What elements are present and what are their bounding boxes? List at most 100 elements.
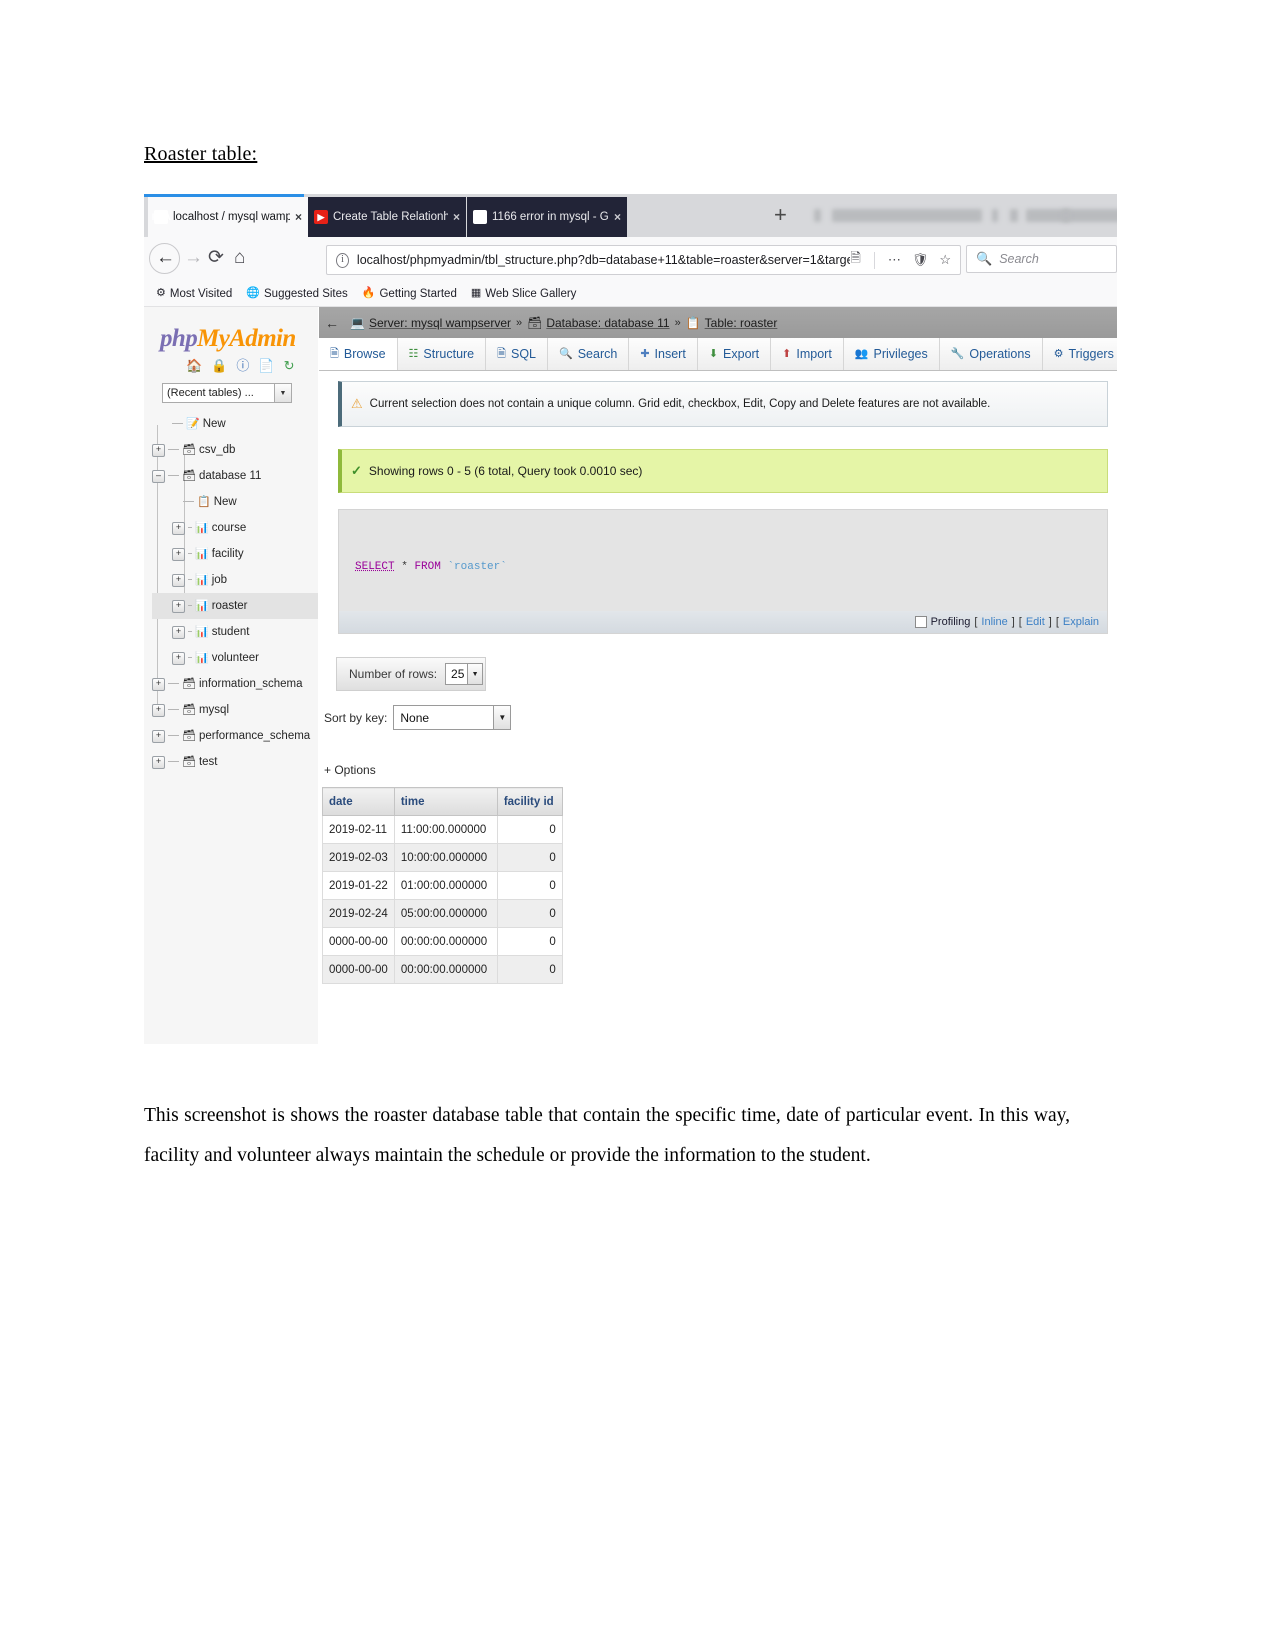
number-of-rows-select[interactable]: 25 ▼	[445, 663, 484, 685]
tree-item-information-schema[interactable]: + 🗃 information_schema	[152, 671, 318, 697]
forward-icon[interactable]: →	[184, 248, 203, 267]
bookmark-web-slice-gallery[interactable]: ▦ Web Slice Gallery	[471, 288, 577, 300]
expand-icon[interactable]: +	[172, 547, 185, 561]
browser-tab-0[interactable]: PMA localhost / mysql wampserver ×	[148, 197, 308, 237]
tree-item-new-table[interactable]: 📋 New	[152, 489, 318, 515]
tree-item-course[interactable]: + 📊 course	[152, 515, 318, 541]
expand-icon[interactable]: +	[152, 703, 165, 717]
tab-operations[interactable]: 🔧 Operations	[939, 338, 1043, 370]
expand-icon[interactable]: +	[152, 443, 165, 457]
breadcrumb-server[interactable]: 💻 Server: mysql wampserver	[350, 316, 511, 330]
page-actions-icon[interactable]: ⋯	[888, 252, 901, 268]
collapse-icon[interactable]: –	[152, 469, 165, 483]
explain-link[interactable]: Explain	[1063, 616, 1099, 628]
tab-triggers-label: Triggers	[1068, 347, 1114, 361]
chevron-down-icon[interactable]: ▼	[493, 706, 511, 729]
results-table: date time facility id 2019-02-11 11:00:0…	[322, 787, 563, 984]
bookmark-getting-started-label: Getting Started	[379, 287, 457, 300]
tab-insert[interactable]: ✚ Insert	[629, 338, 698, 370]
number-of-rows-value: 25	[451, 667, 465, 681]
tab-search[interactable]: 🔍 Search	[548, 338, 630, 370]
breadcrumb-database[interactable]: 🗃 Database: database 11	[527, 316, 669, 330]
options-toggle[interactable]: + Options	[324, 763, 376, 777]
tree-item-csv-db[interactable]: + 🗃 csv_db	[152, 437, 318, 463]
expand-icon[interactable]: +	[172, 625, 185, 639]
column-header-time[interactable]: time	[393, 787, 498, 816]
tree-item-job[interactable]: + 📊 job	[152, 567, 318, 593]
breadcrumb-table[interactable]: 📋 Table: roaster	[686, 316, 778, 330]
bookmark-web-slice-gallery-label: Web Slice Gallery	[485, 287, 577, 300]
tree-item-volunteer[interactable]: + 📊 volunteer	[152, 645, 318, 671]
reload-icon[interactable]: ↻	[284, 359, 295, 372]
database-icon: 🗃	[182, 443, 196, 456]
phpmyadmin-docs-icon[interactable]: 📄	[258, 359, 274, 372]
home-icon[interactable]: ⌂	[234, 248, 245, 267]
tab-import[interactable]: ⬆ Import	[771, 338, 844, 370]
bookmark-getting-started[interactable]: 🔥 Getting Started	[362, 288, 457, 300]
tree-item-facility[interactable]: + 📊 facility	[152, 541, 318, 567]
close-icon[interactable]: ×	[614, 210, 621, 224]
tab-browse[interactable]: 🗎 Browse	[319, 338, 398, 370]
expand-icon[interactable]: +	[172, 599, 185, 613]
collapse-navigation-icon[interactable]: ←	[325, 315, 339, 331]
phpmyadmin-logo[interactable]: phpMyAdmin	[160, 325, 296, 353]
profiling-checkbox[interactable]	[914, 616, 927, 628]
browser-tab-2[interactable]: G 1166 error in mysql - Google Se ×	[467, 197, 627, 237]
tab-privileges[interactable]: 👥 Privileges	[843, 338, 940, 370]
site-info-icon[interactable]: i	[336, 252, 349, 268]
cell-date: 2019-01-22	[322, 871, 395, 900]
search-bar[interactable]: 🔍 Search	[966, 245, 1117, 273]
address-bar[interactable]: i localhost/phpmyadmin/tbl_structure.php…	[326, 245, 961, 275]
expand-icon[interactable]: +	[152, 677, 165, 691]
tab-export[interactable]: ⬇ Export	[697, 338, 772, 370]
privileges-icon: 👥	[854, 347, 869, 360]
bookmark-star-icon[interactable]: ☆	[939, 252, 951, 268]
tree-item-performance-schema[interactable]: + 🗃 performance_schema	[152, 723, 318, 749]
check-icon: ✓	[351, 463, 362, 478]
tracking-shield-icon[interactable]: 🛡	[912, 252, 929, 268]
table-row: 2019-02-24 05:00:00.000000 0	[322, 899, 563, 928]
expand-icon[interactable]: +	[172, 521, 185, 535]
close-icon[interactable]: ×	[453, 210, 460, 224]
chevron-down-icon[interactable]: ▼	[274, 384, 291, 402]
tree-item-database-11[interactable]: – 🗃 database 11	[152, 463, 318, 489]
close-icon[interactable]: ×	[295, 210, 302, 224]
tree-item-roaster[interactable]: + 📊 roaster	[152, 593, 318, 619]
reader-view-icon[interactable]: 🗎	[850, 249, 860, 271]
logout-icon[interactable]: 🔒	[211, 359, 227, 372]
tree-item-label: volunteer	[211, 652, 260, 664]
home-icon[interactable]: 🏠	[186, 359, 202, 372]
expand-icon[interactable]: +	[172, 573, 185, 587]
tab-privileges-label: Privileges	[873, 347, 928, 361]
tree-item-student[interactable]: + 📊 student	[152, 619, 318, 645]
tab-sql[interactable]: 🗎 SQL	[486, 338, 549, 370]
recent-tables-select[interactable]: (Recent tables) ... ▼	[162, 383, 292, 403]
expand-icon[interactable]: +	[152, 755, 165, 769]
sort-by-key-select[interactable]: None ▼	[393, 705, 512, 730]
expand-icon[interactable]: +	[172, 651, 185, 665]
tree-item-mysql[interactable]: + 🗃 mysql	[152, 697, 318, 723]
youtube-icon: ▶	[314, 210, 328, 224]
tab-structure[interactable]: ☷ Structure	[397, 338, 487, 370]
cell-facility-id: 0	[496, 899, 563, 928]
bookmark-suggested-sites[interactable]: 🌐 Suggested Sites	[246, 288, 347, 300]
database-icon: 🗃	[182, 729, 196, 742]
browser-tab-1[interactable]: ▶ Create Table Relationhips in M ×	[308, 197, 466, 237]
chevron-down-icon[interactable]: ▼	[467, 664, 483, 684]
expand-icon[interactable]: +	[152, 729, 165, 743]
tree-item-new-db[interactable]: 📝 New	[152, 411, 318, 437]
inline-link[interactable]: Inline	[981, 616, 1007, 628]
docs-icon[interactable]: ⓘ	[236, 359, 249, 372]
reload-icon[interactable]: ⟳	[208, 248, 224, 267]
table-row: 0000-00-00 00:00:00.000000 0	[322, 927, 563, 956]
column-header-facility-id[interactable]: facility id	[496, 787, 563, 816]
sql-query-text[interactable]: SELECT * FROM `roaster`	[355, 561, 507, 573]
new-tab-button[interactable]: +	[774, 204, 787, 226]
back-icon[interactable]: ←	[156, 248, 175, 267]
tree-item-test[interactable]: + 🗃 test	[152, 749, 318, 775]
table-icon: 📊	[195, 625, 209, 638]
bookmark-most-visited[interactable]: ⚙ Most Visited	[156, 288, 232, 300]
edit-link[interactable]: Edit	[1026, 616, 1045, 628]
tab-triggers[interactable]: ⚙ Triggers	[1042, 338, 1117, 370]
column-header-date[interactable]: date	[322, 787, 395, 816]
